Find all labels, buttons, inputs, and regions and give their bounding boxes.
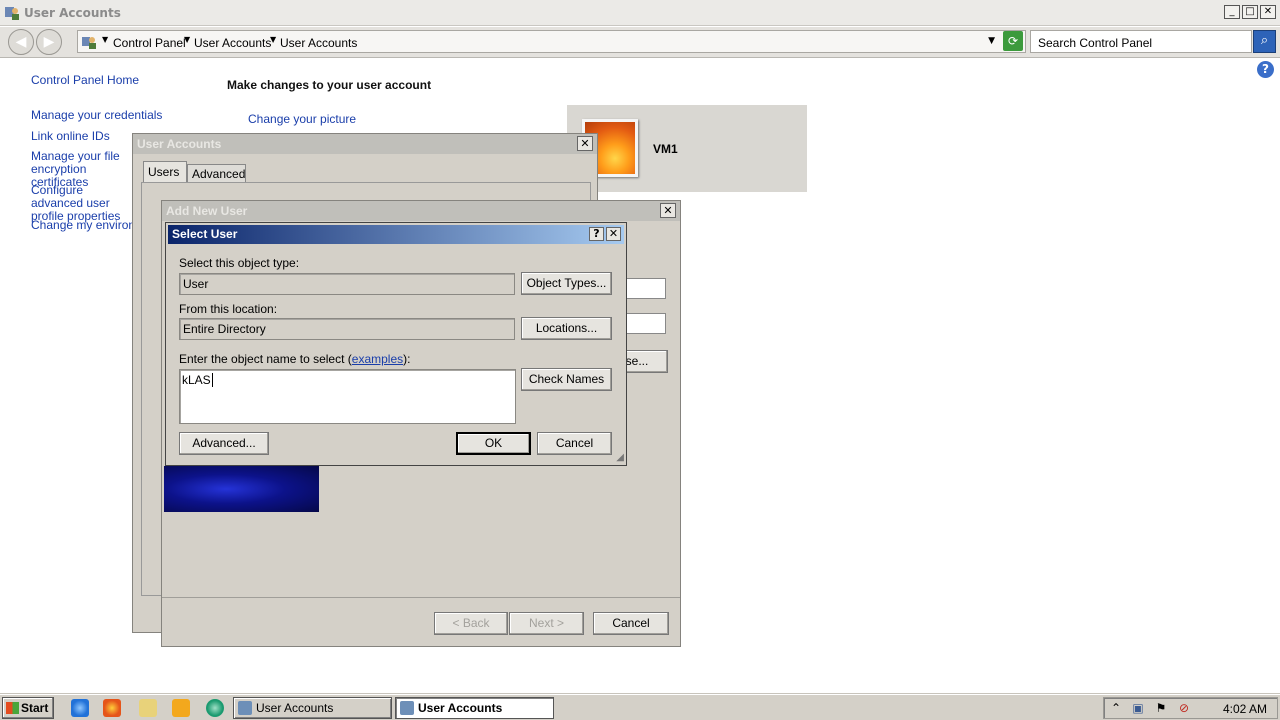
sidebar-item-online-ids[interactable]: Link online IDs (31, 129, 110, 143)
add-new-user-dialog-title: Add New User (162, 201, 680, 221)
user-accounts-dialog-title: User Accounts (133, 134, 597, 154)
user-panel: VM1 (567, 105, 807, 192)
close-icon[interactable]: ✕ (660, 203, 676, 218)
change-picture-link[interactable]: Change your picture (248, 112, 356, 126)
ok-button[interactable]: OK (456, 432, 531, 455)
minimize-button[interactable]: _ (1224, 5, 1240, 19)
select-user-dialog: Select User ? ✕ Select this object type:… (165, 222, 627, 466)
network-icon[interactable]: ▣ (1131, 701, 1145, 715)
cancel-button[interactable]: Cancel (593, 612, 669, 635)
check-names-button[interactable]: Check Names (521, 368, 612, 391)
volume-muted-icon[interactable]: ⊘ (1177, 701, 1191, 715)
taskbar: Start User Accounts User Accounts ⌃ ▣ ⚑ … (0, 694, 1280, 720)
resize-grip-icon[interactable]: ◢ (616, 452, 624, 463)
object-types-button[interactable]: Object Types... (521, 272, 612, 295)
object-type-field: User (179, 273, 515, 295)
taskbar-item-user-accounts-active[interactable]: User Accounts (395, 697, 554, 719)
search-icon[interactable]: ⌕ (1253, 30, 1276, 53)
cancel-button[interactable]: Cancel (537, 432, 612, 455)
breadcrumb-user-accounts[interactable]: User Accounts (194, 36, 271, 50)
address-field[interactable]: ▼ Control Panel ▼ User Accounts ▼ User A… (77, 30, 1026, 53)
internet-explorer-icon[interactable] (71, 699, 89, 717)
maximize-button[interactable]: □ (1242, 5, 1258, 19)
sidebar-item-environment[interactable]: Change my environment variables (31, 218, 133, 232)
show-hidden-icons-icon[interactable]: ⌃ (1109, 701, 1123, 715)
folder-icon[interactable] (139, 699, 157, 717)
taskbar-item-user-accounts[interactable]: User Accounts (233, 697, 392, 719)
locations-button[interactable]: Locations... (521, 317, 612, 340)
select-user-dialog-title: Select User (168, 225, 624, 244)
address-bar: ◀ ▶ ▼ Control Panel ▼ User Accounts ▼ Us… (0, 27, 1280, 58)
tab-advanced[interactable]: Advanced (187, 164, 246, 183)
page-title: Make changes to your user account (227, 78, 432, 92)
divider (162, 597, 680, 598)
close-button[interactable]: ✕ (1260, 5, 1276, 19)
banner-image (164, 466, 319, 512)
user-accounts-icon (4, 5, 20, 21)
app-icon[interactable] (206, 699, 224, 717)
location-label: From this location: (179, 302, 278, 316)
location-field: Entire Directory (179, 318, 515, 340)
object-name-input[interactable]: kLAS (179, 369, 516, 424)
back-button[interactable]: < Back (434, 612, 508, 635)
search-input[interactable]: Search Control Panel (1030, 30, 1252, 53)
close-icon[interactable]: ✕ (577, 136, 593, 151)
window-titlebar: User Accounts _ □ ✕ (0, 0, 1280, 26)
help-button-icon[interactable]: ? (589, 227, 604, 241)
action-center-flag-icon[interactable]: ⚑ (1154, 701, 1168, 715)
clock[interactable]: 4:02 AM (1223, 702, 1267, 716)
close-icon[interactable]: ✕ (606, 227, 621, 241)
refresh-icon[interactable]: ⟳ (1003, 31, 1023, 51)
object-name-label: Enter the object name to select (example… (179, 352, 411, 366)
help-icon[interactable]: ? (1257, 61, 1274, 78)
object-type-label: Select this object type: (179, 256, 300, 270)
system-tray: ⌃ ▣ ⚑ ⊘ 4:02 AM (1103, 697, 1278, 719)
examples-link[interactable]: examples (352, 352, 403, 366)
forward-arrow-icon[interactable]: ▶ (36, 29, 62, 55)
tab-users[interactable]: Users (143, 161, 187, 183)
breadcrumb-user-accounts-current[interactable]: User Accounts (280, 36, 357, 50)
user-accounts-icon (400, 701, 414, 715)
control-panel-icon (81, 34, 97, 53)
username: VM1 (653, 142, 678, 156)
window-title: User Accounts (24, 6, 121, 20)
back-arrow-icon[interactable]: ◀ (8, 29, 34, 55)
media-player-icon[interactable] (172, 699, 190, 717)
advanced-button[interactable]: Advanced... (179, 432, 269, 455)
start-button[interactable]: Start (2, 697, 54, 719)
sidebar-item-credentials[interactable]: Manage your credentials (31, 108, 162, 122)
breadcrumb-control-panel[interactable]: Control Panel (113, 36, 186, 50)
address-dropdown-icon[interactable]: ▼ (988, 36, 995, 46)
firefox-icon[interactable] (103, 699, 121, 717)
user-accounts-icon (238, 701, 252, 715)
windows-logo-icon (6, 702, 19, 714)
sidebar-home-link[interactable]: Control Panel Home (31, 73, 139, 87)
next-button[interactable]: Next > (509, 612, 584, 635)
